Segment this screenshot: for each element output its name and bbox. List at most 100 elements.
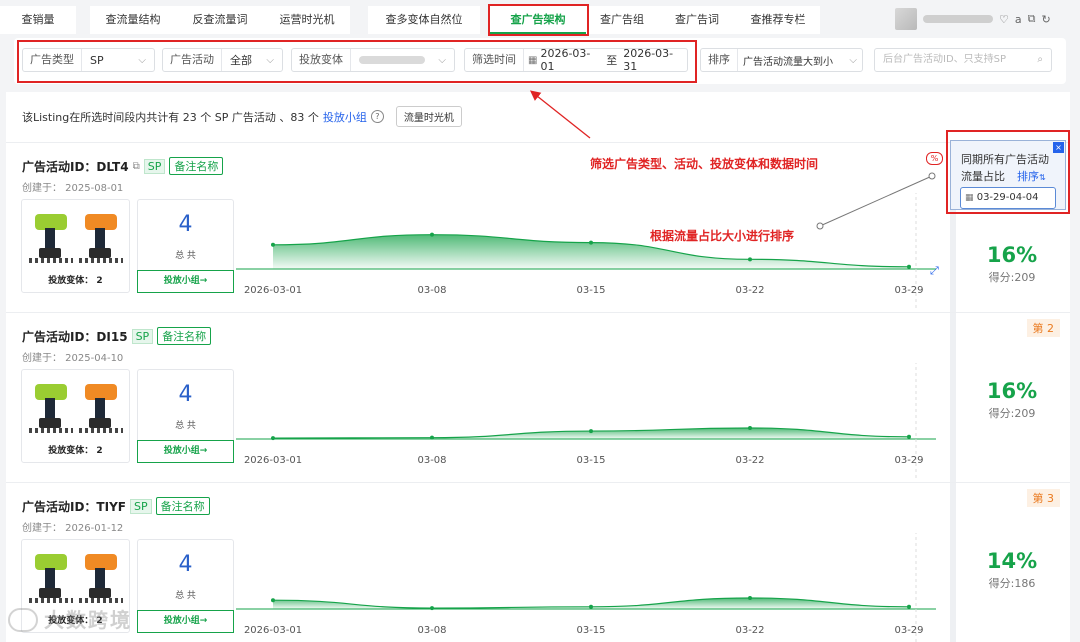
x-tick-label: 03-29 xyxy=(894,285,923,296)
data-point[interactable] xyxy=(907,604,911,609)
data-point[interactable] xyxy=(589,604,593,609)
search-icon[interactable]: ⌕ xyxy=(1037,49,1043,71)
x-tick-label: 03-29 xyxy=(894,455,923,466)
tab-time-machine[interactable]: 运营时光机 xyxy=(264,6,350,34)
data-point[interactable] xyxy=(271,598,275,603)
ad-group-button[interactable]: 投放小组→ xyxy=(137,270,234,293)
traffic-share-percent: 16% xyxy=(986,243,1038,267)
sort-select[interactable]: 排序 广告活动流量大到小 ⌵ xyxy=(700,48,863,72)
product-card[interactable]: 投放变体： 2 xyxy=(21,199,130,293)
traffic-trend-chart: 2026-03-01 03-08 03-15 03-22 03-29 xyxy=(236,363,936,479)
ad-group-link[interactable]: 投放小组 xyxy=(323,109,367,125)
drill-green-image xyxy=(29,210,73,264)
traffic-area xyxy=(273,234,909,269)
expand-icon[interactable]: ⤢ xyxy=(930,264,939,278)
sp-tag: SP xyxy=(131,328,154,344)
tab-variant-position[interactable]: 查多变体自然位 xyxy=(368,6,480,34)
amazon-icon[interactable]: a xyxy=(1015,13,1022,26)
summary-line: 该Listing在所选时间段内共计有 23 个 SP 广告活动 、83 个 投放… xyxy=(22,106,462,127)
help-icon[interactable]: ? xyxy=(370,110,384,123)
x-tick-label: 03-29 xyxy=(894,625,923,636)
search-placeholder: 后台广告活动ID、只支持SP xyxy=(883,54,1007,65)
campaign-search-input[interactable]: 后台广告活动ID、只支持SP ⌕ xyxy=(874,48,1052,72)
tab-sales[interactable]: 查销量 xyxy=(0,6,76,34)
data-point[interactable] xyxy=(907,434,911,439)
sp-tag: SP xyxy=(143,158,166,174)
campaign-id: 广告活动ID：TIYF SP 备注名称 xyxy=(22,497,210,515)
product-header: ♡ a ⧉ ↻ xyxy=(895,7,1065,31)
note-tag[interactable]: 备注名称 xyxy=(155,497,210,515)
x-tick-label: 03-22 xyxy=(735,625,764,636)
product-image xyxy=(26,376,126,434)
campaign-value: 全部 xyxy=(230,54,252,67)
data-point[interactable] xyxy=(589,240,593,245)
x-tick-label: 03-15 xyxy=(576,285,605,296)
popup-sort-label: 排序 xyxy=(1017,170,1039,183)
ad-type-label: 广告类型 xyxy=(23,49,82,71)
group-count-label: 总 共 xyxy=(175,251,196,261)
note-tag[interactable]: 备注名称 xyxy=(157,327,212,345)
campaign-id-label: 广告活动ID：TIYF xyxy=(22,499,126,514)
campaign-id: 广告活动ID：DI15 SP 备注名称 xyxy=(22,327,212,345)
campaign-row: 广告活动ID：DI15 SP 备注名称 创建于： 2025-04-10 投放变体… xyxy=(6,312,1070,483)
x-tick-label: 03-22 xyxy=(735,455,764,466)
traffic-share-percent: 14% xyxy=(986,549,1038,573)
popup-date-picker[interactable]: ▦ 03-29-04-04 xyxy=(960,187,1056,209)
close-icon[interactable]: × xyxy=(1053,142,1064,153)
drill-green-image xyxy=(29,380,73,434)
time-start: 2026-03-01 xyxy=(540,47,591,73)
created-date: 创建于： 2025-04-10 xyxy=(22,353,124,364)
data-point[interactable] xyxy=(430,435,434,440)
copy-icon[interactable]: ⧉ xyxy=(133,161,140,172)
tab-ad-structure[interactable]: 查广告架构 xyxy=(490,6,586,34)
copy-icon[interactable]: ⧉ xyxy=(1028,12,1036,26)
data-point[interactable] xyxy=(748,257,752,262)
data-point[interactable] xyxy=(748,426,752,430)
score: 得分:186 xyxy=(988,577,1036,590)
product-image xyxy=(26,546,126,604)
tab-ad-group[interactable]: 查广告组 xyxy=(586,6,658,34)
data-point[interactable] xyxy=(907,264,911,269)
time-sep: 至 xyxy=(606,54,618,67)
heart-icon[interactable]: ♡ xyxy=(999,13,1009,26)
x-tick-label: 2026-03-01 xyxy=(244,285,302,296)
note-tag[interactable]: 备注名称 xyxy=(169,157,224,175)
time-label: 筛选时间 xyxy=(465,49,524,71)
x-tick-label: 03-08 xyxy=(417,285,446,296)
ad-group-button[interactable]: 投放小组→ xyxy=(137,610,234,633)
group-count-label: 总 共 xyxy=(175,591,196,601)
ad-type-select[interactable]: 广告类型 SP ⌵ xyxy=(22,48,155,72)
campaign-label: 广告活动 xyxy=(163,49,222,71)
tab-ad-keyword[interactable]: 查广告词 xyxy=(658,6,736,34)
product-thumb xyxy=(895,8,917,30)
campaign-select[interactable]: 广告活动 全部 ⌵ xyxy=(162,48,283,72)
product-title-blurred xyxy=(923,15,993,23)
tab-traffic-structure[interactable]: 查流量结构 xyxy=(90,6,176,34)
variant-select[interactable]: 投放变体 ⌵ xyxy=(291,48,455,72)
popup-date: 03-29-04-04 xyxy=(976,192,1039,203)
drill-orange-image xyxy=(79,210,123,264)
x-tick-label: 03-15 xyxy=(576,625,605,636)
traffic-trend-chart: 2026-03-01 03-08 03-15 03-22 03-29 xyxy=(236,193,936,309)
drill-green-image xyxy=(29,550,73,604)
created-date: 创建于： 2026-01-12 xyxy=(22,523,124,534)
tab-reverse-keywords[interactable]: 反查流量词 xyxy=(176,6,264,34)
ad-group-button[interactable]: 投放小组→ xyxy=(137,440,234,463)
data-point[interactable] xyxy=(430,606,434,611)
time-range-picker[interactable]: 筛选时间 ▦ 2026-03-01 至 2026-03-31 xyxy=(464,47,688,73)
data-point[interactable] xyxy=(748,596,752,600)
data-point[interactable] xyxy=(589,429,593,434)
data-point[interactable] xyxy=(271,436,275,441)
popup-sort-toggle[interactable]: 排序⇅ xyxy=(1017,168,1046,184)
rank-panel: 第 3 14% 得分:186 xyxy=(950,483,1068,642)
drill-orange-image xyxy=(79,550,123,604)
data-point[interactable] xyxy=(271,242,275,247)
traffic-trend-chart: 2026-03-01 03-08 03-15 03-22 03-29 xyxy=(236,533,936,642)
refresh-icon[interactable]: ↻ xyxy=(1041,13,1050,26)
data-point[interactable] xyxy=(430,232,434,237)
campaign-id-label: 广告活动ID：DLT4 xyxy=(22,159,129,174)
time-machine-button[interactable]: 流量时光机 xyxy=(395,106,462,127)
product-card[interactable]: 投放变体： 2 xyxy=(21,369,130,463)
tab-recommend[interactable]: 查推荐专栏 xyxy=(736,6,820,34)
top-nav: 查销量 查流量结构 反查流量词 运营时光机 查多变体自然位 查广告架构 查广告组… xyxy=(0,0,1080,38)
